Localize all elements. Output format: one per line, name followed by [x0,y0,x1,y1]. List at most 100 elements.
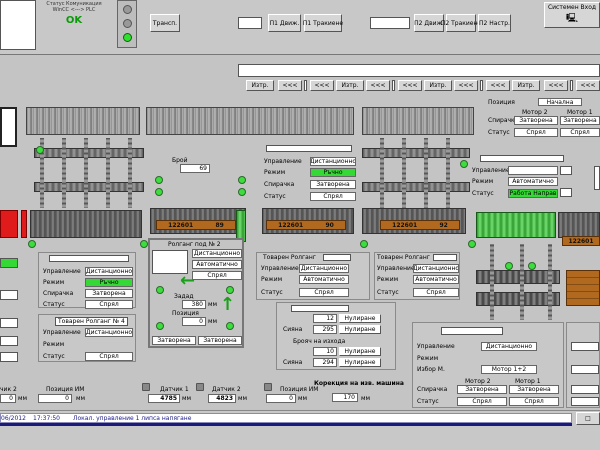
conveyor-2 [146,107,354,135]
ptr-status-m2: Спрял [514,128,558,137]
pfr-field-4 [571,397,599,406]
ptc-spir-label: Спирачка [264,181,295,188]
pc-row2-reset[interactable]: Нулиране [339,325,381,334]
pc-row1-reset[interactable]: Нулиране [339,314,381,323]
pr2-zadad-label: Задад [174,293,194,300]
nav-back-1[interactable]: <<< [278,80,302,91]
vroll-8 [424,138,428,208]
pbr-izbor-value[interactable]: Мотор 1+2 [481,365,537,374]
pbr-motor2-label: Мотор 2 [465,378,491,385]
broi-value: 69 [180,164,210,173]
d2-label: Датчик 2 [212,386,241,393]
logo-box [0,0,36,50]
panel-counter: 12 Нулиране Сияна 295 Нулиране Брояч на … [276,302,396,370]
p2-dvij-button[interactable]: П2 Движ. [414,14,444,32]
nav-izt-4[interactable]: Изтр. [512,80,540,91]
correction-value[interactable]: 170 [332,393,358,402]
pr2-zadad-value[interactable]: 380 [182,300,206,309]
sensor-disc-1 [28,240,36,248]
pbr-spir-label: Спирачка [417,386,448,393]
nav-back-7[interactable]: <<< [544,80,568,91]
pc-row3-reset[interactable]: Нулиране [339,347,381,356]
left-edge-field-5 [0,352,18,362]
vroll-3 [84,138,88,208]
top-white-box-2 [370,17,410,29]
pta-rej-label: Режим [261,276,283,283]
pr2-disc-4 [226,322,234,330]
ptb-status-label: Статус [377,289,399,296]
plb-status-label: Статус [43,353,65,360]
pbr-spir-m1: Затворена [509,385,559,394]
pta-status-label: Статус [261,289,283,296]
pta-title-box [323,254,351,261]
system-login-button[interactable]: Системен Вход 🖳 [544,2,600,28]
prm-title [480,155,564,162]
pr2-disc-1 [156,286,164,294]
pll-title [49,255,129,262]
p2-nastr-button[interactable]: П2 Настр. [478,14,511,32]
nav-back-6[interactable]: <<< [486,80,510,91]
pbr-upr-label: Управление [417,343,455,350]
ptb-rej-value: Автоматично [413,275,459,284]
panel-left-lower: Управление Дистанционно Режим Ръчно Спир… [38,252,136,309]
transp-button[interactable]: Трансп. [150,14,180,32]
pr2-z2-value: Затворена [198,336,242,345]
left-edge-field-4 [0,336,18,346]
d1-indicator [142,383,150,391]
pll-status-value: Спрял [85,300,133,309]
nav-slot-3 [480,80,483,91]
right-dark-conveyor [558,212,600,238]
d1-unit: мм [182,395,192,402]
right-edge-field-3 [594,166,600,190]
ptr-spir-m2: Затворена [514,116,558,125]
pfr-field-2 [571,365,599,374]
nav-izt-1[interactable]: Изтр. [246,80,274,91]
right-vroll-2 [520,244,524,320]
panel-tovaren-a: Товарен Ролганг Управление Дистанционно … [256,252,370,300]
ptb-upr-value: Дистанционно [413,264,459,273]
d1-label: Датчик 1 [160,386,189,393]
pc-title [291,305,349,312]
sensor-disc-9 [468,240,476,248]
ptb-upr-label: Управление [377,265,415,272]
arrow-up-icon: ↑ [220,294,236,315]
pc-row4-value: 294 [313,358,337,367]
nav-back-3[interactable]: <<< [366,80,390,91]
nav-izt-2[interactable]: Изтр. [336,80,364,91]
plb-upr-value: Дистанционно [85,328,133,337]
vroll-7 [402,138,406,208]
pbr-status-label: Статус [417,398,439,405]
p2-trakiane-button[interactable]: П2 Тракиене [441,14,481,32]
bar-1: 122601 89 [156,220,236,230]
pll-rej-value: Ръчно [85,278,133,287]
nav-back-8[interactable]: <<< [576,80,600,91]
nav-back-4[interactable]: <<< [398,80,422,91]
conveyor-1 [26,107,140,135]
bar-4-id: 122601 [568,237,594,245]
right-edge-field-1 [560,166,572,175]
left-edge-field-1 [0,258,18,268]
nav-white-box [238,64,600,77]
pbr-spir-m2: Затворена [457,385,507,394]
correction-unit: мм [361,395,371,402]
panel-top-center-title [266,145,352,152]
bar-4: 122601 [562,236,600,246]
nav-back-5[interactable]: <<< [454,80,478,91]
pc-row4-reset[interactable]: Нулиране [339,358,381,367]
bar-3: 122601 92 [380,220,460,230]
pos-c-indicator [264,383,272,391]
pbr-rej-label: Режим [417,355,439,362]
prm-rej-value: Автоматично [508,177,558,186]
nav-slot-4 [570,80,573,91]
p1-trakiane-button[interactable]: П1 Тракиене [303,14,343,32]
nav-izt-3[interactable]: Изтр. [424,80,452,91]
brown-stack [566,270,600,306]
p1-dvij-button[interactable]: П1 Движ. [268,14,301,32]
status-ack-button[interactable]: □ [576,412,600,425]
prm-upr-label: Управление [472,167,510,174]
vroll-9 [446,138,450,208]
status-message: Локал. управление 1 липса напягане [73,415,192,422]
nav-back-2[interactable]: <<< [310,80,334,91]
pr2-rej-value: Автоматично [192,260,242,269]
right-disc-1 [505,262,513,270]
